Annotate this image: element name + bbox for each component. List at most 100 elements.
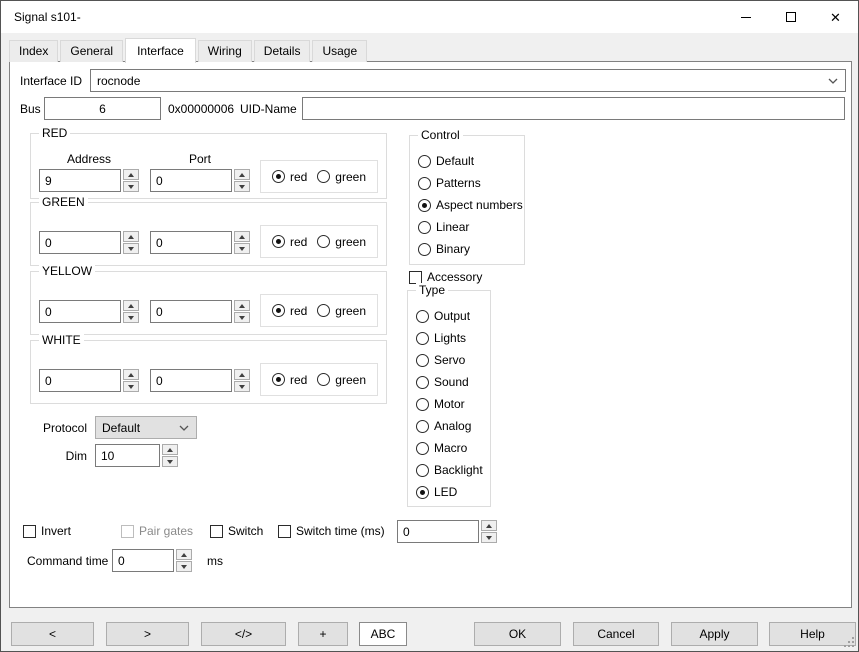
- arrow-down-icon: [239, 247, 245, 251]
- control-patterns-radio[interactable]: Patterns: [418, 172, 523, 194]
- title-bar[interactable]: Signal s101- ✕: [1, 1, 858, 33]
- channel-group-white: WHITE red green: [30, 340, 387, 404]
- interface-id-value: rocnode: [97, 73, 140, 89]
- arrow-up-icon: [167, 448, 173, 452]
- radio-icon: [416, 464, 429, 477]
- dim-label: Dim: [30, 448, 87, 464]
- green-gate-green-radio[interactable]: green: [317, 231, 366, 253]
- dim-input[interactable]: [95, 444, 160, 467]
- spin-up-button[interactable]: [234, 169, 250, 180]
- yellow-gate-red-radio[interactable]: red: [272, 300, 307, 322]
- resize-grip-icon[interactable]: [844, 637, 855, 648]
- bus-input[interactable]: [44, 97, 161, 120]
- type-motor-radio[interactable]: Motor: [416, 393, 483, 415]
- spin-down-button[interactable]: [481, 532, 497, 543]
- spin-up-button[interactable]: [234, 231, 250, 242]
- yellow-gate-green-radio[interactable]: green: [317, 300, 366, 322]
- spin-up-button[interactable]: [123, 231, 139, 242]
- type-servo-radio[interactable]: Servo: [416, 349, 483, 371]
- add-button[interactable]: +: [298, 622, 348, 646]
- tab-usage[interactable]: Usage: [312, 40, 367, 62]
- type-sound-radio[interactable]: Sound: [416, 371, 483, 393]
- spin-down-button[interactable]: [123, 181, 139, 192]
- uid-name-input[interactable]: [302, 97, 845, 120]
- spin-up-button[interactable]: [123, 369, 139, 380]
- spin-down-button[interactable]: [234, 243, 250, 254]
- switch-time-input[interactable]: [397, 520, 479, 543]
- arrow-down-icon: [128, 185, 134, 189]
- spin-down-button[interactable]: [234, 381, 250, 392]
- tab-details[interactable]: Details: [254, 40, 311, 62]
- switch-time-spinner: [481, 520, 497, 543]
- protocol-combobox[interactable]: Default: [95, 416, 197, 439]
- switch-time-checkbox[interactable]: Switch time (ms): [278, 523, 385, 539]
- white-address-spinner: [123, 369, 139, 392]
- red-address-input[interactable]: [39, 169, 121, 192]
- spin-up-button[interactable]: [123, 300, 139, 311]
- spin-up-button[interactable]: [234, 369, 250, 380]
- tab-interface[interactable]: Interface: [125, 38, 196, 63]
- spin-down-button[interactable]: [162, 456, 178, 467]
- type-backlight-radio[interactable]: Backlight: [416, 459, 483, 481]
- help-button[interactable]: Help: [769, 622, 856, 646]
- cancel-button[interactable]: Cancel: [573, 622, 659, 646]
- spin-down-button[interactable]: [176, 561, 192, 572]
- ok-button[interactable]: OK: [474, 622, 561, 646]
- spin-up-button[interactable]: [123, 169, 139, 180]
- red-gate-green-radio[interactable]: green: [317, 166, 366, 188]
- radio-icon: [272, 373, 285, 386]
- spin-down-button[interactable]: [123, 312, 139, 323]
- spin-down-button[interactable]: [234, 312, 250, 323]
- switch-checkbox[interactable]: Switch: [210, 523, 263, 539]
- tab-wiring[interactable]: Wiring: [198, 40, 252, 62]
- red-gate-red-radio[interactable]: red: [272, 166, 307, 188]
- spin-down-button[interactable]: [123, 381, 139, 392]
- maximize-icon: [786, 12, 796, 22]
- green-port-input[interactable]: [150, 231, 232, 254]
- control-aspect-numbers-radio[interactable]: Aspect numbers: [418, 194, 523, 216]
- yellow-port-input[interactable]: [150, 300, 232, 323]
- type-macro-radio[interactable]: Macro: [416, 437, 483, 459]
- arrow-up-icon: [128, 235, 134, 239]
- group-title: RED: [39, 126, 70, 141]
- group-title: YELLOW: [39, 264, 95, 279]
- spin-up-button[interactable]: [481, 520, 497, 531]
- next-button[interactable]: >: [106, 622, 189, 646]
- maximize-button[interactable]: [768, 1, 813, 33]
- invert-checkbox[interactable]: Invert: [23, 523, 71, 539]
- white-gate-red-radio[interactable]: red: [272, 369, 307, 391]
- white-gate-green-radio[interactable]: green: [317, 369, 366, 391]
- green-address-input[interactable]: [39, 231, 121, 254]
- red-port-input[interactable]: [150, 169, 232, 192]
- control-default-radio[interactable]: Default: [418, 150, 523, 172]
- yellow-port-spinner: [234, 300, 250, 323]
- type-led-radio[interactable]: LED: [416, 481, 483, 503]
- type-output-radio[interactable]: Output: [416, 305, 483, 327]
- xml-button[interactable]: </>: [201, 622, 286, 646]
- yellow-address-input[interactable]: [39, 300, 121, 323]
- green-gate-red-radio[interactable]: red: [272, 231, 307, 253]
- spin-down-button[interactable]: [123, 243, 139, 254]
- prev-button[interactable]: <: [11, 622, 94, 646]
- command-time-input[interactable]: [112, 549, 174, 572]
- radio-icon: [272, 304, 285, 317]
- spin-up-button[interactable]: [176, 549, 192, 560]
- abc-button[interactable]: ABC: [359, 622, 407, 646]
- protocol-value: Default: [102, 420, 140, 436]
- close-button[interactable]: ✕: [813, 1, 858, 33]
- spin-down-button[interactable]: [234, 181, 250, 192]
- interface-id-combobox[interactable]: rocnode: [90, 69, 846, 92]
- white-port-input[interactable]: [150, 369, 232, 392]
- white-address-input[interactable]: [39, 369, 121, 392]
- type-analog-radio[interactable]: Analog: [416, 415, 483, 437]
- tab-index[interactable]: Index: [9, 40, 58, 62]
- spin-up-button[interactable]: [234, 300, 250, 311]
- apply-button[interactable]: Apply: [671, 622, 758, 646]
- spin-up-button[interactable]: [162, 444, 178, 455]
- control-binary-radio[interactable]: Binary: [418, 238, 523, 260]
- control-linear-radio[interactable]: Linear: [418, 216, 523, 238]
- radio-icon: [416, 376, 429, 389]
- type-lights-radio[interactable]: Lights: [416, 327, 483, 349]
- minimize-button[interactable]: [723, 1, 768, 33]
- tab-general[interactable]: General: [60, 40, 123, 62]
